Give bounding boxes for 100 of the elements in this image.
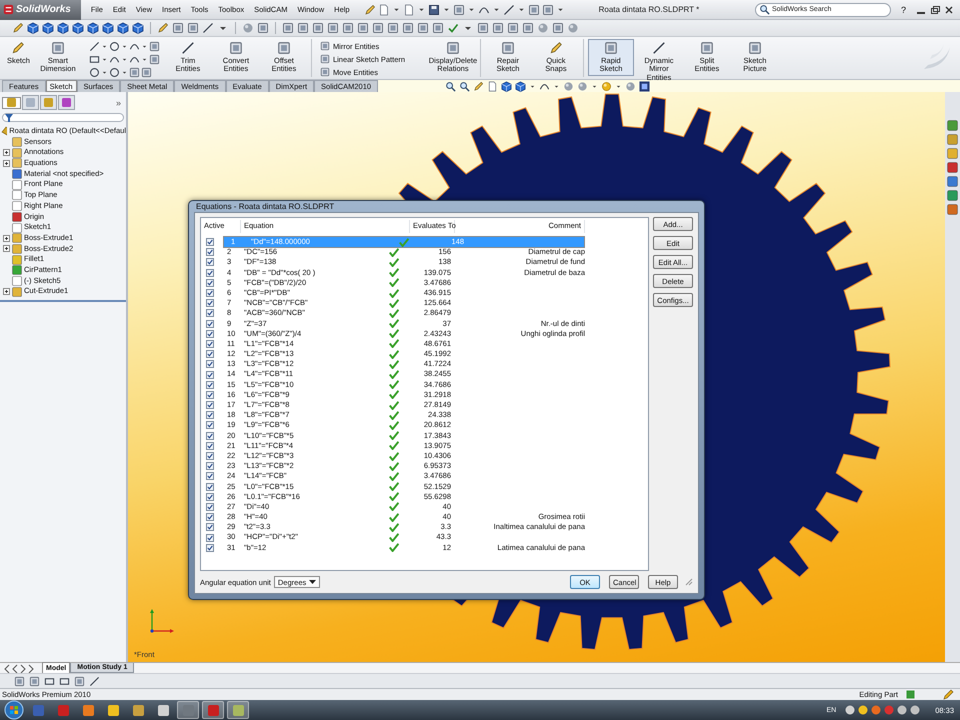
zoom-icon[interactable] <box>445 80 456 92</box>
expand-icon[interactable] <box>3 149 10 156</box>
checkbox[interactable] <box>206 534 214 542</box>
sphere-icon[interactable] <box>601 80 612 92</box>
pencil-icon[interactable] <box>364 4 376 16</box>
checkbox[interactable] <box>206 238 214 246</box>
checkbox[interactable] <box>206 411 214 420</box>
panel-tab[interactable] <box>58 95 75 110</box>
cube-icon[interactable] <box>515 80 526 92</box>
square-icon[interactable] <box>327 22 339 34</box>
restore-icon[interactable] <box>930 4 940 14</box>
tray-icon[interactable] <box>858 705 868 715</box>
square-icon[interactable] <box>402 22 414 34</box>
arc-icon[interactable] <box>128 41 140 52</box>
pencil-icon[interactable] <box>157 22 169 34</box>
tray-icon[interactable] <box>910 705 920 715</box>
line-icon[interactable] <box>502 4 515 16</box>
checkbox[interactable] <box>206 350 214 358</box>
checkbox[interactable] <box>206 442 214 450</box>
arc-icon[interactable] <box>128 54 140 65</box>
checkbox[interactable] <box>206 360 214 368</box>
checkbox[interactable] <box>206 380 214 389</box>
task-pane-icon[interactable] <box>947 148 958 159</box>
circle-icon[interactable] <box>88 67 100 78</box>
checkbox[interactable] <box>206 248 214 256</box>
checkbox[interactable] <box>206 421 214 430</box>
square-icon[interactable] <box>452 4 465 16</box>
square-icon[interactable] <box>522 22 534 34</box>
square-icon[interactable] <box>542 4 554 16</box>
start-button[interactable] <box>4 700 24 720</box>
resize-grip-icon[interactable] <box>685 578 693 586</box>
square-icon[interactable] <box>297 22 309 34</box>
checkbox[interactable] <box>206 330 214 338</box>
square-icon[interactable] <box>432 22 444 34</box>
circle-icon[interactable] <box>108 67 120 78</box>
square-icon[interactable] <box>172 22 184 34</box>
line-icon[interactable] <box>88 41 100 52</box>
expand-icon[interactable] <box>3 288 10 296</box>
expand-icon[interactable] <box>3 234 10 242</box>
square-icon[interactable] <box>528 4 540 16</box>
square-icon[interactable] <box>148 41 160 52</box>
square-icon[interactable] <box>477 22 489 34</box>
square-icon[interactable] <box>282 22 294 34</box>
checkbox[interactable] <box>206 390 214 399</box>
filter-field[interactable] <box>2 113 124 122</box>
display-style-icon[interactable] <box>639 80 650 92</box>
expand-button[interactable]: » <box>116 98 124 108</box>
checkbox[interactable] <box>206 320 214 328</box>
square-icon[interactable] <box>552 22 564 34</box>
pencil-icon[interactable] <box>12 22 24 34</box>
square-icon[interactable] <box>312 22 324 34</box>
app-logo[interactable]: SolidWorks <box>0 0 81 20</box>
cube-icon[interactable] <box>501 80 512 92</box>
cube-icon[interactable] <box>132 22 144 34</box>
help-button[interactable]: ? <box>896 4 910 14</box>
task-pane-icon[interactable] <box>947 204 958 215</box>
circle-icon[interactable] <box>108 41 120 52</box>
square-icon[interactable] <box>417 22 429 34</box>
checkbox[interactable] <box>206 258 214 266</box>
line-icon[interactable] <box>202 22 214 34</box>
cube-icon[interactable] <box>102 22 114 34</box>
checkbox[interactable] <box>206 544 214 552</box>
square-icon[interactable] <box>148 54 160 65</box>
expand-icon[interactable] <box>3 160 10 167</box>
checkbox[interactable] <box>206 482 214 491</box>
checkbox[interactable] <box>206 462 214 470</box>
task-pane-icon[interactable] <box>947 120 958 131</box>
rectangle-icon[interactable] <box>88 54 100 65</box>
checkbox[interactable] <box>206 492 214 501</box>
task-pane-icon[interactable] <box>947 134 958 145</box>
checkbox[interactable] <box>206 502 214 511</box>
checkbox[interactable] <box>206 432 214 440</box>
task-pane-icon[interactable] <box>947 176 958 187</box>
cube-icon[interactable] <box>117 22 129 34</box>
checkbox[interactable] <box>206 523 214 532</box>
cube-icon[interactable] <box>27 22 39 34</box>
cube-icon[interactable] <box>87 22 99 34</box>
panel-tab[interactable] <box>2 96 21 108</box>
checkbox[interactable] <box>206 289 214 298</box>
square-icon[interactable] <box>128 67 140 78</box>
square-icon[interactable] <box>357 22 369 34</box>
arc-icon[interactable] <box>108 54 120 65</box>
task-pane-icon[interactable] <box>947 162 958 173</box>
checkbox[interactable] <box>206 401 214 410</box>
square-icon[interactable] <box>140 67 152 78</box>
checkbox[interactable] <box>206 268 214 277</box>
square-icon[interactable] <box>507 22 519 34</box>
checkbox[interactable] <box>206 472 214 480</box>
square-icon[interactable] <box>342 22 354 34</box>
checkbox[interactable] <box>206 340 214 348</box>
expand-icon[interactable] <box>3 245 10 252</box>
tray-icon[interactable] <box>897 705 908 715</box>
square-icon[interactable] <box>187 22 199 34</box>
checkbox[interactable] <box>206 278 214 287</box>
square-icon[interactable] <box>257 22 269 34</box>
cube-icon[interactable] <box>57 22 69 34</box>
cube-icon[interactable] <box>72 22 84 34</box>
tray-icon[interactable] <box>871 705 882 715</box>
checkbox[interactable] <box>206 452 214 460</box>
checkbox[interactable] <box>206 370 214 379</box>
